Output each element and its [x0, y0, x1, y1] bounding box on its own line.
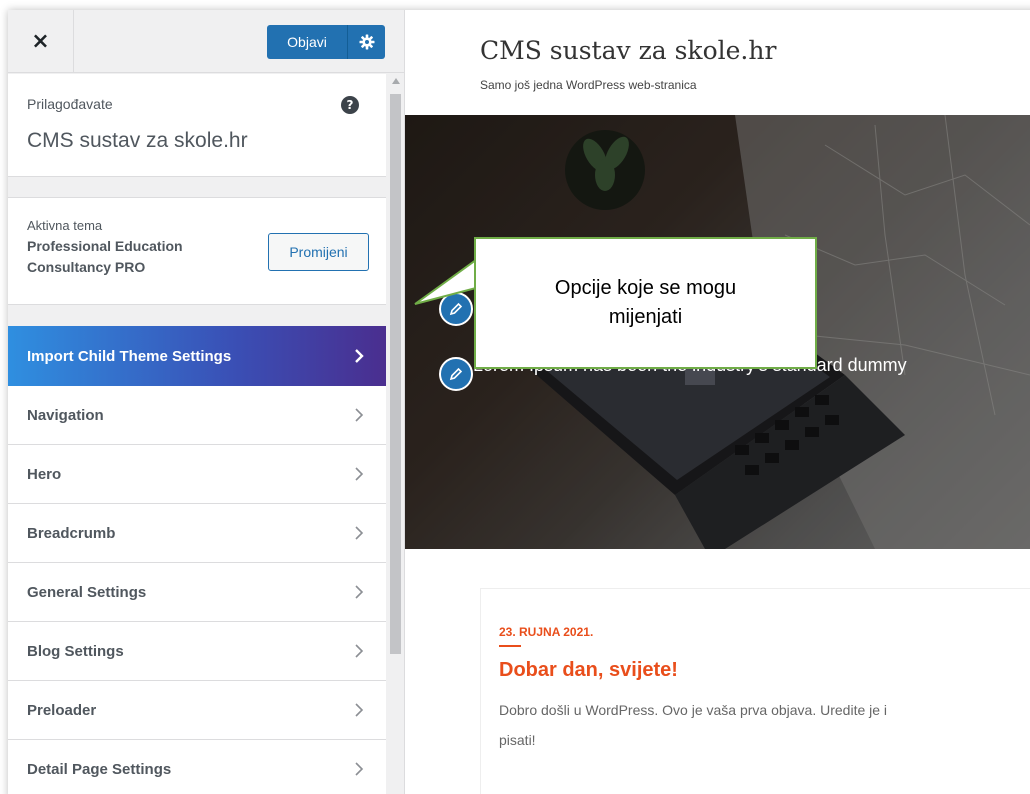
site-title[interactable]: CMS sustav za skole.hr	[480, 36, 776, 65]
section-blog-settings[interactable]: Blog Settings	[8, 622, 386, 681]
pencil-icon	[449, 367, 463, 381]
customizer-sections: Import Child Theme Settings Navigation H…	[8, 326, 386, 794]
site-name-heading: CMS sustav za skole.hr	[27, 129, 248, 152]
section-breadcrumb[interactable]: Breadcrumb	[8, 504, 386, 563]
close-icon: ×	[31, 29, 50, 54]
help-icon[interactable]: ?	[341, 96, 359, 114]
section-label: Hero	[27, 465, 62, 483]
active-theme-panel: Aktivna tema Professional Education Cons…	[8, 197, 386, 305]
section-label: Import Child Theme Settings	[27, 347, 232, 365]
active-theme-name: Professional Education Consultancy PRO	[27, 238, 183, 275]
post-date[interactable]: 23. RUJNA 2021.	[499, 625, 593, 639]
customizer-header: × Objavi	[8, 10, 404, 73]
section-label: Breadcrumb	[27, 524, 116, 542]
chevron-right-icon	[355, 703, 364, 717]
publish-button[interactable]: Objavi	[267, 25, 347, 59]
site-preview: CMS sustav za skole.hr Samo još jedna Wo…	[405, 10, 1030, 794]
scrollbar-thumb[interactable]	[390, 94, 401, 654]
section-label: Detail Page Settings	[27, 760, 172, 778]
active-theme-label: Aktivna tema	[27, 218, 103, 233]
callout-text-line: mijenjati	[608, 306, 683, 328]
callout-box: Opcije koje se mogu mijenjati	[474, 237, 817, 369]
section-general-settings[interactable]: General Settings	[8, 563, 386, 622]
callout-text-line: Opcije koje se mogu	[554, 277, 737, 299]
chevron-right-icon	[355, 526, 364, 540]
section-label: General Settings	[27, 583, 147, 601]
post-title[interactable]: Dobar dan, svijete!	[499, 659, 678, 682]
chevron-right-icon	[355, 644, 364, 658]
publish-settings-button[interactable]	[348, 25, 385, 59]
site-tagline: Samo još jedna WordPress web-stranica	[480, 78, 697, 92]
chevron-right-icon	[355, 467, 364, 481]
section-detail-page-settings[interactable]: Detail Page Settings	[8, 740, 386, 794]
customizing-label: Prilagođavate	[27, 96, 113, 112]
publish-button-group: Objavi	[267, 25, 385, 59]
section-label: Navigation	[27, 406, 104, 424]
scroll-up-arrow-icon[interactable]	[392, 78, 400, 84]
chevron-right-icon	[355, 762, 364, 776]
chevron-right-icon	[355, 349, 364, 363]
chevron-right-icon	[355, 408, 364, 422]
customize-info-panel: Prilagođavate CMS sustav za skole.hr ?	[8, 74, 386, 177]
change-theme-button[interactable]: Promijeni	[268, 233, 369, 271]
section-preloader[interactable]: Preloader	[8, 681, 386, 740]
section-hero[interactable]: Hero	[8, 445, 386, 504]
post-excerpt-line: Dobro došli u WordPress. Ovo je vaša prv…	[499, 702, 888, 718]
post-excerpt: Dobro došli u WordPress. Ovo je vaša prv…	[499, 695, 1030, 755]
chevron-right-icon	[355, 585, 364, 599]
post-date-underline	[499, 645, 521, 647]
section-navigation[interactable]: Navigation	[8, 386, 386, 445]
sidebar-scrollbar[interactable]	[386, 74, 404, 794]
section-label: Preloader	[27, 701, 97, 719]
close-button[interactable]: ×	[8, 10, 74, 73]
section-import-child-theme-settings[interactable]: Import Child Theme Settings	[8, 326, 386, 386]
edit-shortcut-hero-text[interactable]	[439, 357, 473, 391]
callout-pointer	[414, 258, 478, 305]
post-card: 23. RUJNA 2021. Dobar dan, svijete! Dobr…	[480, 588, 1030, 794]
customizer-sidebar: × Objavi Prilagođavate CMS sustav za sko…	[8, 10, 405, 794]
gear-icon	[359, 34, 374, 50]
post-excerpt-line: pisati!	[499, 732, 536, 748]
section-label: Blog Settings	[27, 642, 124, 660]
